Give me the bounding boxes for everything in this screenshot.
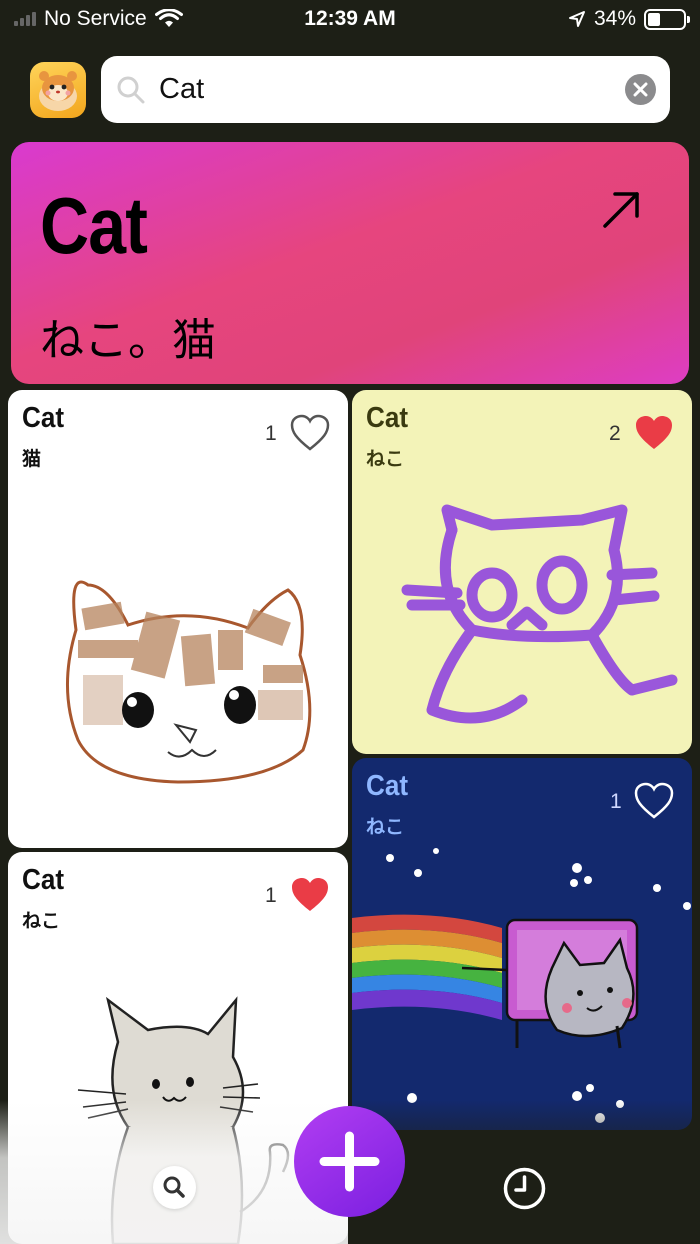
like-count: 2 [609,422,621,445]
search-bar[interactable] [101,56,670,123]
card-title: Cat [366,770,409,802]
card-subtitle: 猫 [22,448,42,470]
plus-icon [319,1131,380,1192]
hero-word: Cat [40,181,148,270]
open-arrow-icon[interactable] [601,190,641,230]
status-bar: No Service 12:39 AM 34% [0,0,700,40]
app-logo[interactable] [30,62,86,118]
like-count: 1 [265,422,277,445]
drawing-card[interactable]: Cat 猫 1 [8,390,348,848]
hamster-logo-icon [39,71,77,111]
heart-outline-icon[interactable] [290,414,330,452]
status-right: 34% [568,7,690,31]
heart-outline-icon[interactable] [634,782,674,820]
card-title: Cat [22,402,65,434]
battery-percent: 34% [593,7,636,30]
search-tab-button[interactable] [153,1166,196,1209]
drawing-card[interactable]: Cat ねこ 2 [352,390,692,754]
search-icon [117,76,145,104]
like-count: 1 [265,884,277,907]
heart-filled-icon[interactable] [290,876,330,914]
card-subtitle: ねこ [366,448,405,470]
battery-icon [644,8,690,30]
clock-icon[interactable] [502,1166,547,1211]
close-icon [633,82,648,97]
add-drawing-button[interactable] [294,1106,405,1217]
heart-filled-icon[interactable] [634,414,674,452]
search-input[interactable] [159,68,599,110]
word-hero-card[interactable]: Cat ねこ。猫 [11,142,689,384]
card-subtitle: ねこ [366,816,405,838]
tabby-cat-drawing [65,580,312,784]
clear-search-button[interactable] [625,74,656,105]
card-title: Cat [22,864,65,896]
card-subtitle: ねこ [22,910,61,932]
hero-translation: ねこ。猫 [40,315,216,366]
search-icon [163,1176,185,1198]
location-arrow-icon [568,11,585,27]
like-count: 1 [610,790,622,813]
card-title: Cat [366,402,409,434]
drawing-card[interactable]: Cat ねこ 1 [352,758,692,1130]
